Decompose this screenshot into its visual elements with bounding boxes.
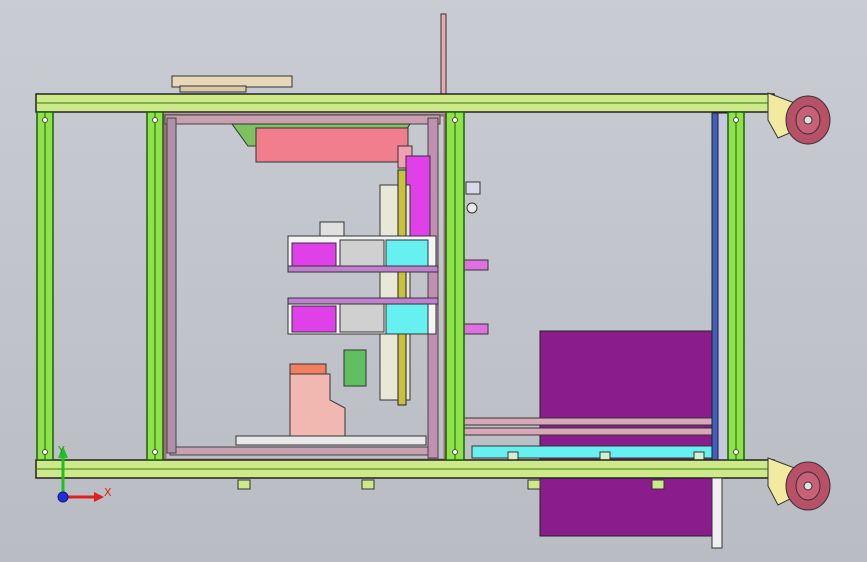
right-hook-lower bbox=[463, 323, 489, 335]
caster-bottom bbox=[767, 457, 831, 511]
salmon-bracket-cap bbox=[289, 363, 327, 375]
foot bbox=[527, 479, 541, 490]
right-small-bracket bbox=[465, 181, 481, 195]
upper-gripper-magenta bbox=[291, 242, 337, 270]
foot bbox=[237, 479, 251, 490]
inner-frame-bottom-bar bbox=[169, 446, 433, 456]
lower-vertical-bar bbox=[711, 477, 723, 549]
lower-gripper-magenta bbox=[291, 305, 337, 333]
inner-frame-top-bar bbox=[164, 114, 441, 125]
cad-assembly-top-view[interactable]: Y X bbox=[0, 0, 867, 562]
slide-rail bbox=[235, 435, 427, 446]
bolt bbox=[152, 449, 158, 455]
upper-gripper-bar bbox=[287, 265, 439, 273]
beige-plate-base bbox=[179, 85, 247, 93]
inner-left-post bbox=[166, 117, 177, 454]
z-axis-dot bbox=[57, 491, 69, 503]
lower-gripper-cyan bbox=[385, 301, 429, 335]
lower-gripper-parts bbox=[339, 301, 385, 333]
right-small-fixture bbox=[466, 202, 478, 214]
salmon-bracket bbox=[289, 373, 346, 439]
right-hook-upper bbox=[463, 259, 489, 271]
lower-gripper-bar bbox=[287, 297, 439, 305]
bolt bbox=[452, 117, 458, 123]
cad-viewport[interactable]: Y X bbox=[0, 0, 867, 562]
foot bbox=[361, 479, 375, 490]
cyan-bar-clip-1 bbox=[507, 451, 519, 461]
bolt bbox=[42, 117, 48, 123]
horizontal-rail-lower bbox=[463, 427, 715, 436]
bolt bbox=[42, 449, 48, 455]
horizontal-rail-upper bbox=[463, 417, 715, 426]
cyan-bar-clip-3 bbox=[693, 451, 705, 461]
bolt bbox=[733, 117, 739, 123]
foot bbox=[651, 479, 665, 490]
caster-top bbox=[767, 92, 831, 145]
bolt bbox=[152, 117, 158, 123]
cyan-bar-clip-2 bbox=[599, 451, 611, 461]
dark-rail bbox=[397, 169, 407, 406]
beige-plate bbox=[171, 75, 293, 88]
pink-panel bbox=[255, 127, 409, 163]
triad-x-label: X bbox=[104, 486, 112, 499]
bolt bbox=[452, 449, 458, 455]
triad-y-label: Y bbox=[57, 444, 65, 457]
small-green-module bbox=[343, 349, 367, 387]
blue-vertical-rail bbox=[711, 112, 719, 466]
blue-vertical-rail-inner bbox=[717, 112, 729, 466]
small-gray-module bbox=[319, 221, 345, 237]
x-axis-head bbox=[94, 492, 104, 502]
bolt bbox=[733, 449, 739, 455]
vertical-rod bbox=[440, 13, 447, 105]
